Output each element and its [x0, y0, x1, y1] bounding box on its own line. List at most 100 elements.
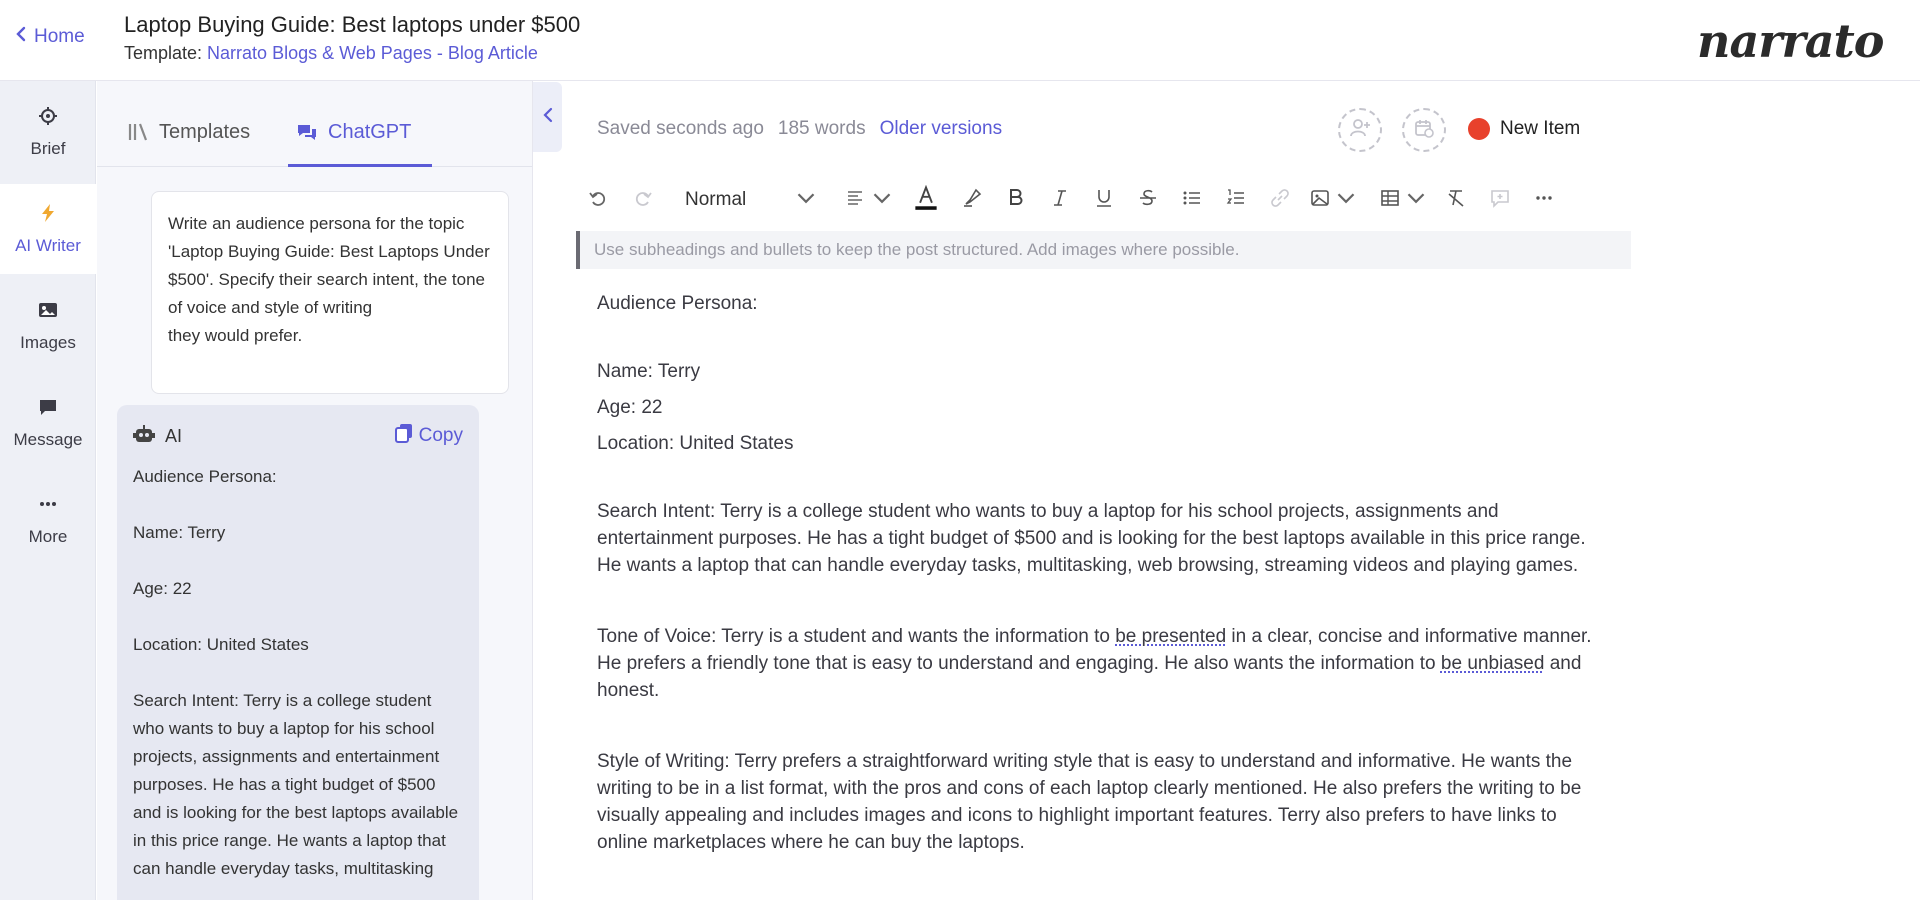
copy-button[interactable]: Copy: [394, 423, 463, 449]
status-label: New Item: [1500, 118, 1581, 139]
align-button[interactable]: [845, 184, 893, 216]
rail-label: Brief: [30, 138, 66, 158]
tab-templates[interactable]: Templates: [127, 117, 250, 167]
text-color-button[interactable]: [911, 184, 941, 216]
insert-table-button[interactable]: [1379, 184, 1427, 216]
spelling-suggestion[interactable]: be presented: [1115, 626, 1226, 647]
image-icon: [1310, 188, 1330, 213]
bullet-list-button[interactable]: [1177, 184, 1207, 216]
align-left-icon: [846, 188, 866, 213]
rail-item-message[interactable]: Message: [0, 378, 96, 468]
link-icon: [1270, 188, 1290, 213]
content-age: Age: 22: [597, 397, 663, 418]
content-style-of-writing: Style of Writing: Terry prefers a straig…: [597, 751, 1582, 853]
strikethrough-button[interactable]: [1133, 184, 1163, 216]
rail-item-brief[interactable]: Brief: [0, 87, 96, 177]
side-rail: Brief AI Writer Images Message More: [0, 81, 96, 900]
content-location: Location: United States: [597, 433, 794, 454]
word-count: 185 words: [777, 118, 866, 139]
block-format-select[interactable]: Normal: [685, 184, 835, 216]
chat-icon: [296, 121, 318, 149]
ai-paragraph: Age: 22: [133, 579, 192, 598]
chevron-down-icon: [796, 188, 816, 213]
document-body[interactable]: Audience Persona: Name: Terry Age: 22 Lo…: [597, 290, 1612, 856]
numbered-list-icon: [1226, 188, 1246, 213]
rail-label: Images: [20, 332, 76, 352]
content-tone-of-voice: Tone of Voice: Terry is a student and wa…: [597, 626, 1592, 701]
status-dot: [1468, 118, 1490, 140]
spelling-suggestion[interactable]: be unbiased: [1441, 653, 1545, 674]
ai-paragraph: Name: Terry: [133, 523, 226, 542]
assign-controls: [1338, 108, 1446, 152]
chat-bubble-icon: [38, 397, 58, 422]
collapse-panel-button[interactable]: [533, 82, 562, 152]
rail-item-ai-writer[interactable]: AI Writer: [0, 184, 96, 274]
add-user-icon: [1349, 118, 1371, 143]
copy-label: Copy: [418, 425, 463, 446]
calendar-icon: [1414, 118, 1434, 143]
more-tools-button[interactable]: [1529, 184, 1559, 216]
underline-icon: [1094, 188, 1114, 213]
underline-button[interactable]: [1089, 184, 1119, 216]
chevron-left-icon: [14, 26, 28, 48]
chevron-down-icon: [1406, 188, 1426, 213]
content-name: Name: Terry: [597, 361, 701, 382]
bullet-list-icon: [1182, 188, 1202, 213]
crosshair-icon: [38, 106, 58, 131]
clear-format-button[interactable]: [1441, 184, 1471, 216]
rail-label: AI Writer: [15, 235, 81, 255]
chevron-down-icon: [872, 188, 892, 213]
clear-format-icon: [1446, 188, 1466, 213]
template-hint: Use subheadings and bullets to keep the …: [576, 231, 1631, 269]
lightning-icon: [38, 203, 58, 228]
chevron-left-icon: [542, 107, 554, 128]
copy-icon: [394, 423, 413, 449]
bold-button[interactable]: [1001, 184, 1031, 216]
top-header: Home Laptop Buying Guide: Best laptops u…: [0, 0, 1920, 81]
strikethrough-icon: [1138, 188, 1158, 213]
template-prefix: Template:: [124, 43, 208, 63]
insert-image-button[interactable]: [1309, 184, 1357, 216]
numbered-list-button[interactable]: [1221, 184, 1251, 216]
comment-plus-icon: [1490, 188, 1510, 213]
templates-icon: [127, 121, 149, 149]
highlighter-icon: [962, 188, 982, 213]
template-link[interactable]: Narrato Blogs & Web Pages - Blog Article: [207, 43, 538, 63]
rail-item-more[interactable]: More: [0, 475, 96, 565]
rail-item-images[interactable]: Images: [0, 281, 96, 371]
undo-button[interactable]: [587, 184, 609, 216]
tab-chatgpt[interactable]: ChatGPT: [288, 117, 432, 167]
italic-icon: [1050, 188, 1070, 213]
bold-icon: [1006, 187, 1026, 213]
highlight-button[interactable]: [957, 184, 987, 216]
italic-button[interactable]: [1045, 184, 1075, 216]
assign-user-button[interactable]: [1338, 108, 1382, 152]
table-icon: [1380, 188, 1400, 213]
format-value: Normal: [685, 189, 747, 210]
older-versions-link[interactable]: Older versions: [880, 118, 1003, 144]
rail-label: Message: [13, 429, 83, 449]
document-title: Laptop Buying Guide: Best laptops under …: [124, 12, 581, 37]
ai-writer-panel: Templates ChatGPT Write an audience pers…: [97, 81, 533, 900]
ellipsis-icon: [38, 494, 58, 519]
workflow-status[interactable]: New Item: [1468, 118, 1580, 140]
add-comment-button[interactable]: [1485, 184, 1515, 216]
home-link[interactable]: Home: [14, 26, 85, 48]
content-heading: Audience Persona:: [597, 293, 758, 314]
link-button[interactable]: [1265, 184, 1295, 216]
ai-paragraph: Search Intent: Terry is a college studen…: [133, 691, 459, 878]
tab-label: ChatGPT: [328, 121, 412, 143]
home-label: Home: [34, 26, 85, 47]
redo-button[interactable]: [631, 184, 655, 216]
tab-label: Templates: [159, 121, 251, 143]
due-date-button[interactable]: [1402, 108, 1446, 152]
redo-icon: [633, 188, 653, 213]
ai-label: AI: [165, 425, 183, 446]
robot-icon: [133, 424, 155, 449]
text-color-icon: [914, 184, 938, 216]
narrato-logo[interactable]: narrato: [1697, 14, 1884, 68]
saved-status: Saved seconds ago: [597, 118, 764, 139]
content-search-intent: Search Intent: Terry is a college studen…: [597, 501, 1586, 576]
template-line: Template: Narrato Blogs & Web Pages - Bl…: [124, 43, 538, 64]
ai-response-header: AI Copy: [133, 421, 463, 451]
